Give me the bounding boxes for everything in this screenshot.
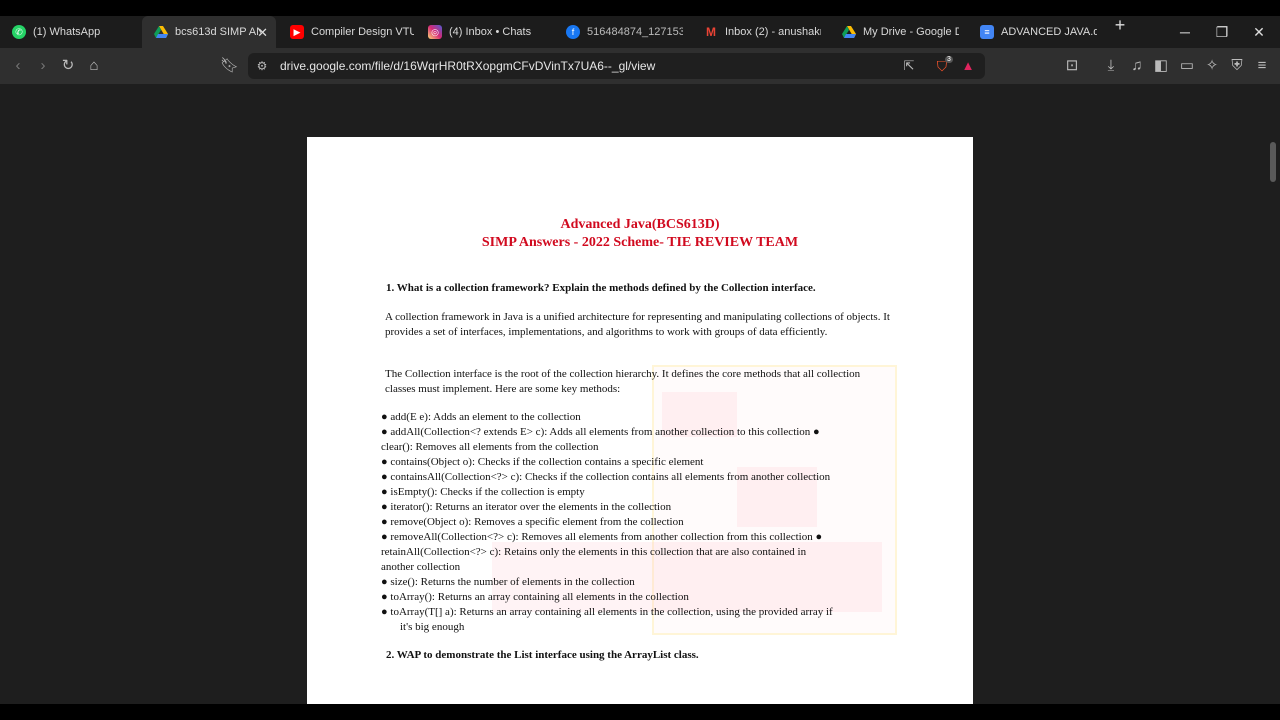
new-tab-button[interactable]: + <box>1111 16 1129 35</box>
media-icon[interactable]: ♫ <box>1128 57 1146 75</box>
google-docs-icon: ≡ <box>980 25 994 39</box>
google-drive-icon <box>842 25 856 39</box>
close-window-button[interactable]: ✕ <box>1240 16 1278 48</box>
list-item: ● toArray(): Returns an array containing… <box>381 591 689 603</box>
document-title: Advanced Java(BCS613D) <box>560 217 720 232</box>
tab-label: (1) WhatsApp <box>33 26 101 38</box>
screen-bottom-bar <box>0 704 1280 720</box>
screenshot-icon[interactable]: ⊡ <box>1063 57 1081 75</box>
tab-strip: ✆ (1) WhatsApp bcs613d SIMP AN ✕ ▶ Compi… <box>0 16 1280 48</box>
document-page: Advanced Java(BCS613D) SIMP Answers - 20… <box>307 137 973 704</box>
whatsapp-icon: ✆ <box>12 25 26 39</box>
menu-icon[interactable]: ≡ <box>1253 57 1271 75</box>
shields-badge: 3 <box>945 56 953 63</box>
document-subtitle: SIMP Answers - 2022 Scheme- TIE REVIEW T… <box>481 235 799 250</box>
browser-toolbar: ‹ › ↻ ⌂ 🔖︎ ⚙ drive.google.com/file/d/16W… <box>0 48 1280 84</box>
gmail-icon: M <box>706 25 716 39</box>
downloads-icon[interactable]: ⤓ <box>1102 57 1120 75</box>
vpn-icon[interactable]: ⛨ <box>1228 57 1246 75</box>
tab-facebook[interactable]: f 516484874_1271538 <box>554 16 690 48</box>
list-item: ● addAll(Collection<? extends E> c): Add… <box>381 426 820 438</box>
tab-label: Inbox (2) - anushakrg <box>725 26 821 38</box>
viewer-scrollbar[interactable] <box>1270 142 1276 182</box>
list-item: it's big enough <box>400 621 465 633</box>
url-text: drive.google.com/file/d/16WqrHR0tRXopgmC… <box>280 59 656 73</box>
google-drive-icon <box>154 25 168 39</box>
list-item: ● removeAll(Collection<?> c): Removes al… <box>381 531 823 543</box>
question-2: 2. WAP to demonstrate the List interface… <box>386 649 699 661</box>
question-1: 1. What is a collection framework? Expla… <box>386 282 816 294</box>
list-item: ● isEmpty(): Checks if the collection is… <box>381 486 585 498</box>
brave-rewards-icon[interactable]: ▲ <box>959 57 977 75</box>
answer-paragraph-2: The Collection interface is the root of … <box>385 368 861 395</box>
screen-top-bar <box>0 0 1280 16</box>
tab-whatsapp[interactable]: ✆ (1) WhatsApp <box>0 16 140 48</box>
tab-advanced-java[interactable]: ≡ ADVANCED JAVA.doc <box>968 16 1104 48</box>
tab-label: My Drive - Google Dr <box>863 26 959 38</box>
tab-youtube[interactable]: ▶ Compiler Design VTU <box>278 16 414 48</box>
restore-button[interactable]: ❐ <box>1203 16 1241 48</box>
list-item: retainAll(Collection<?> c): Retains only… <box>381 546 807 558</box>
answer-paragraph-1: A collection framework in Java is a unif… <box>385 311 890 338</box>
sidebar-icon[interactable]: ◧ <box>1152 57 1170 75</box>
site-settings-icon[interactable]: ⚙ <box>253 57 271 75</box>
bookmark-icon[interactable]: 🔖︎ <box>220 57 239 75</box>
leo-ai-icon[interactable]: ✧ <box>1203 57 1221 75</box>
facebook-icon: f <box>566 25 580 39</box>
minimize-button[interactable]: ─ <box>1166 16 1204 48</box>
close-tab-icon[interactable]: ✕ <box>257 25 268 41</box>
tab-label: 516484874_1271538 <box>587 26 683 38</box>
tab-gmail[interactable]: M Inbox (2) - anushakrg <box>692 16 828 48</box>
tab-my-drive[interactable]: My Drive - Google Dr <box>830 16 966 48</box>
tab-instagram[interactable]: ◎ (4) Inbox • Chats <box>416 16 552 48</box>
wallet-icon[interactable]: ▭ <box>1178 57 1196 75</box>
list-item: ● contains(Object o): Checks if the coll… <box>381 456 704 468</box>
tab-label: bcs613d SIMP AN <box>175 26 261 38</box>
list-item: another collection <box>381 561 461 573</box>
tab-label: (4) Inbox • Chats <box>449 26 532 38</box>
list-item: ● iterator(): Returns an iterator over t… <box>381 501 672 513</box>
browser-window: ✆ (1) WhatsApp bcs613d SIMP AN ✕ ▶ Compi… <box>0 0 1280 720</box>
list-item: ● toArray(T[] a): Returns an array conta… <box>381 606 833 618</box>
reload-icon[interactable]: ↻ <box>59 57 77 75</box>
tab-label: Compiler Design VTU <box>311 26 414 38</box>
list-item: ● add(E e): Adds an element to the colle… <box>381 411 581 423</box>
list-item: ● remove(Object o): Removes a specific e… <box>381 516 684 528</box>
tab-label: ADVANCED JAVA.doc <box>1001 26 1097 38</box>
list-item: ● containsAll(Collection<?> c): Checks i… <box>381 471 831 483</box>
tab-bcs613d[interactable]: bcs613d SIMP AN ✕ <box>142 16 276 48</box>
back-icon[interactable]: ‹ <box>9 57 27 75</box>
youtube-icon: ▶ <box>290 25 304 39</box>
list-item: ● size(): Returns the number of elements… <box>381 576 635 588</box>
share-icon[interactable]: ⇱ <box>900 57 918 75</box>
method-list: ● add(E e): Adds an element to the colle… <box>381 410 896 635</box>
instagram-icon: ◎ <box>428 25 442 39</box>
address-bar[interactable]: ⚙ drive.google.com/file/d/16WqrHR0tRXopg… <box>248 53 985 79</box>
list-item: clear(): Removes all elements from the c… <box>381 441 599 453</box>
forward-icon[interactable]: › <box>34 57 52 75</box>
home-icon[interactable]: ⌂ <box>85 57 103 75</box>
